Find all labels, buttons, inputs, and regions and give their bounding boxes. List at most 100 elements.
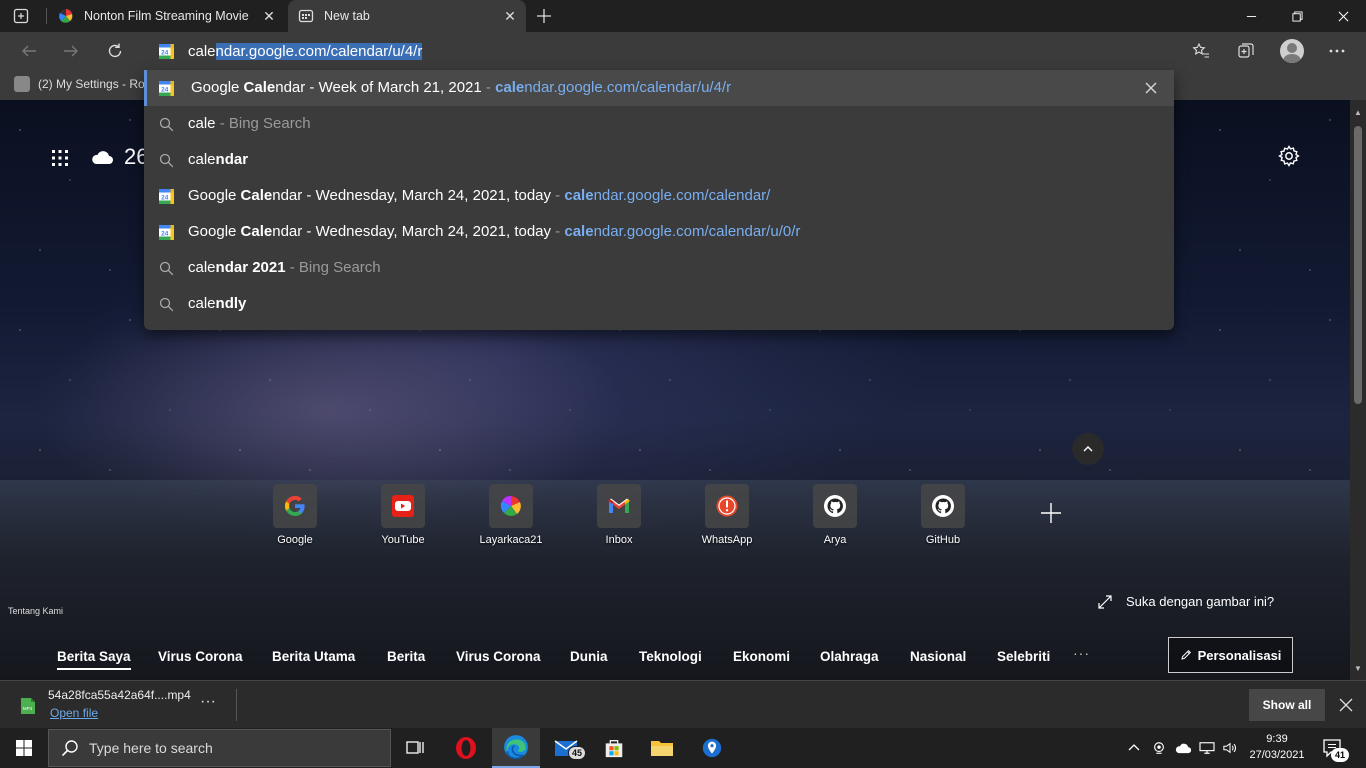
taskbar-search-placeholder: Type here to search xyxy=(89,740,213,756)
chevron-up-icon xyxy=(1083,446,1093,452)
scroll-up-arrow-icon[interactable]: ▲ xyxy=(1353,108,1363,118)
page-scrollbar[interactable]: ▲ ▼ xyxy=(1350,100,1366,680)
suggestion-item[interactable]: 24 Google Calendar - Wednesday, March 24… xyxy=(144,214,1174,250)
autocomplete-selection: ndar.google.com/calendar/u/4/r xyxy=(215,43,423,60)
search-icon xyxy=(159,261,174,276)
news-tab-teknologi[interactable]: Teknologi xyxy=(639,649,702,664)
news-tab-berita-saya[interactable]: Berita Saya xyxy=(57,649,131,670)
taskbar-file-explorer[interactable] xyxy=(638,728,686,768)
collections-button[interactable] xyxy=(1231,36,1261,66)
tray-volume[interactable] xyxy=(1219,728,1241,768)
tray-meet-now[interactable] xyxy=(1148,728,1170,768)
close-window-button[interactable] xyxy=(1320,0,1366,32)
new-tab-button[interactable] xyxy=(532,4,556,28)
quick-link-whatsapp[interactable]: WhatsApp xyxy=(682,484,772,546)
tray-onedrive[interactable] xyxy=(1172,728,1194,768)
suggestion-separator: - xyxy=(551,187,565,204)
whatsapp-icon xyxy=(716,495,738,517)
open-file-link[interactable]: Open file xyxy=(50,706,98,720)
taskbar-edge[interactable] xyxy=(492,728,540,768)
svg-text:24: 24 xyxy=(161,49,169,56)
start-button[interactable] xyxy=(0,728,48,768)
address-bar[interactable]: 24 calendar.google.com/calendar/u/4/r xyxy=(144,33,1174,70)
about-link[interactable]: Tentang Kami xyxy=(8,606,63,616)
personalize-button[interactable]: Personalisasi xyxy=(1168,637,1293,673)
favorite-item-my-settings[interactable]: (2) My Settings - Ro... xyxy=(14,76,155,92)
taskbar-opera[interactable] xyxy=(442,728,490,768)
like-image-button[interactable]: Suka dengan gambar ini? xyxy=(1098,594,1274,609)
news-tab-selebriti[interactable]: Selebriti xyxy=(997,649,1050,664)
download-separator xyxy=(236,689,237,721)
suggestion-item[interactable]: 24 Google Calendar - Week of March 21, 2… xyxy=(144,70,1174,106)
quick-link-tile xyxy=(489,484,533,528)
tab-actions-icon[interactable] xyxy=(10,6,32,26)
quick-link-arya[interactable]: Arya xyxy=(790,484,880,546)
remove-suggestion-close-icon[interactable] xyxy=(1142,79,1160,97)
task-view-button[interactable] xyxy=(392,728,440,768)
suggestion-text: calendar 2021 - Bing Search xyxy=(188,259,381,276)
suggestion-item[interactable]: 24 Google Calendar - Wednesday, March 24… xyxy=(144,178,1174,214)
roblox-favicon-icon xyxy=(14,76,30,92)
collapse-button[interactable] xyxy=(1072,433,1104,465)
quick-link-youtube[interactable]: YouTube xyxy=(358,484,448,546)
quick-link-label: Layarkaca21 xyxy=(479,534,543,546)
onedrive-cloud-icon xyxy=(1175,743,1192,754)
close-tab-button[interactable]: ✕ xyxy=(259,6,279,26)
tab-new-tab[interactable]: New tab ✕ xyxy=(288,0,526,32)
suggestion-item[interactable]: cale - Bing Search xyxy=(144,106,1174,142)
quick-link-github[interactable]: GitHub xyxy=(898,484,988,546)
expand-icon xyxy=(1098,594,1112,609)
suggestion-item[interactable]: calendar xyxy=(144,142,1174,178)
taskbar-mail[interactable]: 45 xyxy=(542,728,590,768)
show-hidden-icons-button[interactable] xyxy=(1124,728,1144,768)
suggestion-item[interactable]: calendly xyxy=(144,286,1174,322)
news-tab-olahraga[interactable]: Olahraga xyxy=(820,649,879,664)
add-quick-link-plus-icon[interactable] xyxy=(1038,500,1064,526)
taskbar-clock[interactable]: 9:39 27/03/2021 xyxy=(1246,731,1308,763)
news-tab-nasional[interactable]: Nasional xyxy=(910,649,966,664)
plus-icon xyxy=(537,9,551,23)
scrollbar-thumb[interactable] xyxy=(1354,126,1362,404)
close-download-bar-icon[interactable] xyxy=(1336,695,1356,715)
weather-widget[interactable]: 26 xyxy=(90,144,148,170)
app-launcher-icon[interactable] xyxy=(50,148,70,168)
quick-link-inbox[interactable]: Inbox xyxy=(574,484,664,546)
news-tab-berita-utama[interactable]: Berita Utama xyxy=(272,649,355,664)
tab-nonton-film[interactable]: Nonton Film Streaming Movie La ✕ xyxy=(50,0,285,32)
suggestion-title-part: ndar - Week of March 21, 2021 xyxy=(275,79,482,96)
pencil-icon xyxy=(1180,649,1191,660)
show-all-button[interactable]: Show all xyxy=(1249,689,1325,721)
news-tab-dunia[interactable]: Dunia xyxy=(570,649,608,664)
close-tab-button[interactable]: ✕ xyxy=(500,6,520,26)
refresh-button[interactable] xyxy=(100,36,130,66)
news-more-button[interactable]: ··· xyxy=(1073,645,1090,661)
news-tab-virus-corona-2[interactable]: Virus Corona xyxy=(456,649,541,664)
back-button[interactable] xyxy=(14,36,44,66)
tray-network[interactable] xyxy=(1196,728,1218,768)
page-settings-gear-icon[interactable] xyxy=(1278,145,1300,167)
chevron-up-icon xyxy=(1128,744,1140,751)
suggestion-item[interactable]: calendar 2021 - Bing Search xyxy=(144,250,1174,286)
news-tab-virus-corona[interactable]: Virus Corona xyxy=(158,649,243,664)
minimize-button[interactable] xyxy=(1228,0,1274,32)
download-filename[interactable]: 54a28fca55a42a64f....mp4 xyxy=(48,688,191,702)
layarkaca-favicon-icon xyxy=(59,9,73,23)
profile-button[interactable] xyxy=(1277,36,1307,66)
quick-link-layarkaca21[interactable]: Layarkaca21 xyxy=(466,484,556,546)
news-tab-ekonomi[interactable]: Ekonomi xyxy=(733,649,790,664)
news-tab-berita[interactable]: Berita xyxy=(387,649,425,664)
settings-more-button[interactable] xyxy=(1322,36,1352,66)
scroll-down-arrow-icon[interactable]: ▼ xyxy=(1353,664,1363,674)
download-bar: MP4 54a28fca55a42a64f....mp4 Open file ·… xyxy=(0,680,1366,728)
suggestion-match: Cale xyxy=(240,187,273,204)
favorites-button[interactable] xyxy=(1186,36,1216,66)
windows-taskbar: Type here to search 45 9:39 27/03/2021 4… xyxy=(0,728,1366,768)
maximize-button[interactable] xyxy=(1274,0,1320,32)
taskbar-store[interactable] xyxy=(590,728,638,768)
suggestion-text: Google Calendar - Wednesday, March 24, 2… xyxy=(188,223,800,240)
taskbar-maps[interactable] xyxy=(688,728,736,768)
taskbar-search-box[interactable]: Type here to search xyxy=(48,729,391,767)
quick-link-google[interactable]: Google xyxy=(250,484,340,546)
forward-button[interactable] xyxy=(56,36,86,66)
download-more-button[interactable]: ··· xyxy=(200,693,216,711)
